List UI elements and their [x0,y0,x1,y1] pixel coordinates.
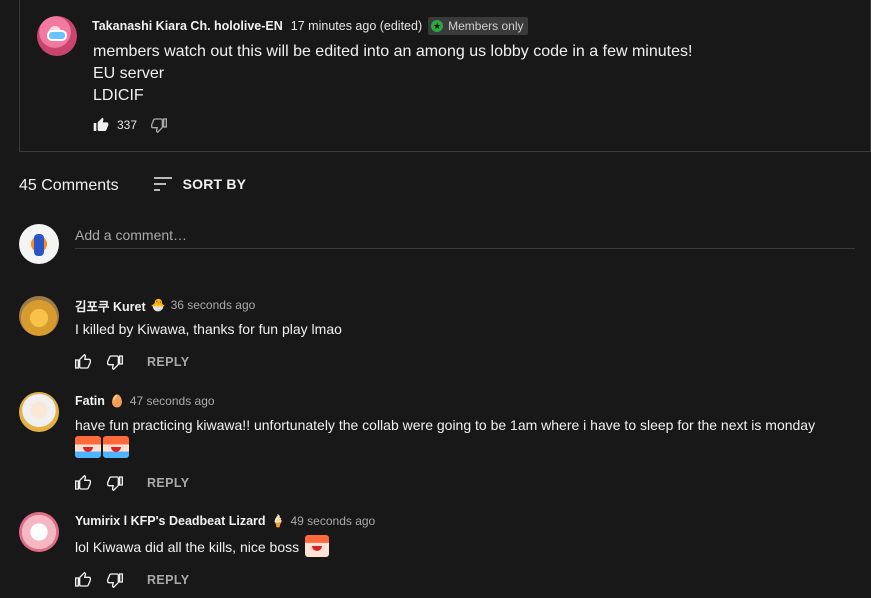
comment-text-content: lol Kiwawa did all the kills, nice boss [75,539,300,555]
comment-author-avatar[interactable] [19,296,59,336]
dislike-icon[interactable] [107,475,123,491]
crying-emote-icon [103,436,129,458]
comment-timestamp[interactable]: 49 seconds ago [290,514,375,528]
post-actions: 337 [93,116,168,134]
post-body: members watch out this will be edited in… [93,41,692,107]
post-header: Takanashi Kiara Ch. hololive-EN 17 minut… [92,17,528,35]
sort-by-button[interactable]: SORT BY [153,176,247,192]
member-badge-icon: 🐣 [150,298,166,312]
reply-button[interactable]: REPLY [147,573,190,587]
post-line: LDICIF [93,87,144,104]
comment-header: 김포쿠 Kuret 🐣 36 seconds ago [75,296,342,314]
post-author-name[interactable]: Takanashi Kiara Ch. hololive-EN [92,19,283,33]
comment-thread: Fatin 🥚 47 seconds ago have fun practici… [19,392,855,491]
comment-author-avatar[interactable] [19,392,59,432]
sort-by-label: SORT BY [182,176,247,192]
comments-header: 45 Comments SORT BY [19,174,246,198]
comment-main: Fatin 🥚 47 seconds ago have fun practici… [75,392,815,492]
post-line: EU server [93,65,165,82]
add-comment-input[interactable] [75,224,855,249]
comment-actions: REPLY [75,353,342,371]
post-card: Takanashi Kiara Ch. hololive-EN 17 minut… [19,0,871,152]
comment-actions: REPLY [75,474,815,492]
post-author-avatar[interactable] [37,16,77,56]
sort-icon [153,176,173,192]
comment-author-name[interactable]: Yumirix l KFP's Deadbeat Lizard [75,514,266,528]
comment-actions: REPLY [75,571,375,589]
comment-main: Yumirix l KFP's Deadbeat Lizard 🍦 49 sec… [75,512,375,589]
like-icon[interactable] [75,572,91,588]
current-user-avatar [19,224,59,264]
smile-emote-icon [305,535,330,557]
comment-header: Yumirix l KFP's Deadbeat Lizard 🍦 49 sec… [75,512,375,530]
members-only-label: Members only [448,19,524,33]
comment-author-avatar[interactable] [19,512,59,552]
post-like-count: 337 [117,118,138,132]
add-comment-row [19,224,855,264]
member-badge-icon: 🥚 [109,394,125,408]
members-only-badge: ★ Members only [428,17,528,35]
reply-button[interactable]: REPLY [147,355,190,369]
comment-main: 김포쿠 Kuret 🐣 36 seconds ago I killed by K… [75,296,342,371]
comment-thread: Yumirix l KFP's Deadbeat Lizard 🍦 49 sec… [19,512,855,592]
comment-thread: 김포쿠 Kuret 🐣 36 seconds ago I killed by K… [19,296,855,370]
like-icon[interactable] [75,475,91,491]
comments-count: 45 Comments [19,177,119,194]
comment-timestamp[interactable]: 47 seconds ago [130,394,215,408]
member-badge-icon: 🍦 [270,514,286,528]
comment-author-name[interactable]: Fatin [75,394,105,408]
reply-button[interactable]: REPLY [147,476,190,490]
comment-author-name[interactable]: 김포쿠 Kuret [75,296,146,315]
dislike-icon[interactable] [107,354,123,370]
comment-timestamp[interactable]: 36 seconds ago [171,298,256,312]
post-line: members watch out this will be edited in… [93,43,693,60]
comment-text: I killed by Kiwawa, thanks for fun play … [75,321,342,337]
post-timestamp[interactable]: 17 minutes ago (edited) [291,19,422,33]
like-icon[interactable] [75,354,91,370]
crying-emote-icon [75,436,101,458]
comment-text: have fun practicing kiwawa!! unfortunate… [75,417,816,433]
dislike-icon[interactable] [151,117,168,133]
dislike-icon[interactable] [107,572,123,588]
like-filled-icon[interactable] [93,117,109,133]
membership-star-icon: ★ [431,20,444,32]
emote-row [75,436,815,458]
comment-text: lol Kiwawa did all the kills, nice boss [75,535,375,557]
comment-header: Fatin 🥚 47 seconds ago [75,392,815,410]
